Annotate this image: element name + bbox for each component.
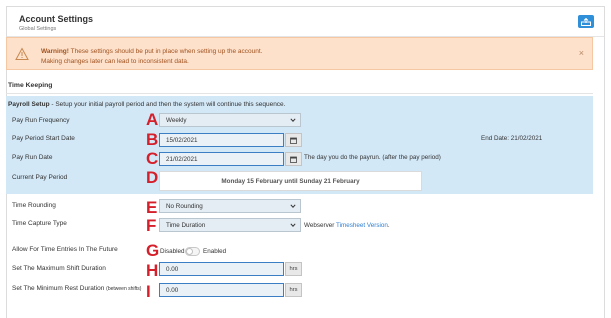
alert-text-line2: Making changes later can lead to inconsi…	[41, 58, 189, 65]
min-rest-label-text: Set The Minimum Rest Duration	[12, 285, 105, 292]
current-pay-period-display: Monday 15 February until Sunday 21 Febru…	[159, 171, 422, 191]
marker-h: H	[146, 261, 159, 280]
pay-run-frequency-value: Weekly	[166, 116, 187, 124]
warning-alert: Warning! These settings should be put in…	[6, 37, 593, 70]
section-title: Time Keeping	[8, 82, 53, 89]
min-rest-input[interactable]: 0.00	[159, 283, 284, 297]
pay-run-date-input[interactable]: 21/02/2021	[159, 152, 284, 166]
pay-run-date-note: The day you do the payrun. (after the pa…	[304, 154, 441, 161]
pay-period-start-value: 15/02/2021	[166, 136, 198, 144]
toggle-knob	[186, 248, 193, 255]
max-shift-value: 0.00	[166, 265, 179, 273]
pay-period-start-label: Pay Period Start Date	[12, 135, 75, 142]
max-shift-unit: hrs	[285, 262, 302, 276]
calendar-button[interactable]	[285, 133, 302, 147]
marker-b: B	[146, 130, 159, 149]
alert-strong: Warning!	[41, 48, 69, 55]
chevron-down-icon	[290, 204, 296, 208]
future-entries-toggle[interactable]	[185, 247, 200, 256]
page-subtitle: Global Settings	[19, 26, 57, 32]
pay-run-frequency-label: Pay Run Frequency	[12, 117, 70, 124]
max-shift-label: Set The Maximum Shift Duration	[12, 265, 106, 272]
payroll-intro-text: - Setup your initial payroll period and …	[49, 101, 286, 108]
future-entries-label: Allow For Time Entries In The Future	[12, 246, 118, 253]
toggle-off-label: Disabled	[160, 248, 185, 255]
close-icon[interactable]: ×	[579, 48, 584, 58]
min-rest-label-small: (between shifts)	[106, 286, 142, 292]
marker-c: C	[146, 149, 159, 168]
page-title: Account Settings	[19, 14, 94, 24]
marker-i: I	[146, 282, 151, 301]
max-shift-input[interactable]: 0.00	[159, 262, 284, 276]
pay-run-date-label: Pay Run Date	[12, 154, 53, 161]
timesheet-version-link[interactable]: Timesheet Version	[336, 222, 388, 229]
warning-icon	[15, 47, 29, 60]
section-divider	[6, 93, 593, 94]
alert-message: These settings should be put in place wh…	[68, 48, 263, 55]
min-rest-unit: hrs	[285, 283, 302, 297]
time-rounding-select[interactable]: No Rounding	[159, 199, 301, 213]
time-capture-note-end: .	[387, 222, 390, 229]
current-pay-period-label: Current Pay Period	[12, 174, 68, 181]
payroll-intro: Payroll Setup - Setup your initial payro…	[8, 101, 285, 108]
chevron-down-icon	[290, 118, 296, 122]
alert-text-line1: Warning! These settings should be put in…	[41, 48, 263, 55]
marker-e: E	[146, 198, 158, 217]
min-rest-label: Set The Minimum Rest Duration (between s…	[12, 285, 141, 292]
pay-period-start-input[interactable]: 15/02/2021	[159, 133, 284, 147]
panel-header: Account Settings Global Settings	[7, 7, 604, 37]
min-rest-value: 0.00	[166, 286, 179, 294]
time-capture-note: Webserver Timesheet Version.	[304, 222, 390, 229]
calendar-icon	[290, 156, 297, 163]
time-capture-note-text: Webserver	[304, 222, 336, 229]
time-capture-type-label: Time Capture Type	[12, 220, 67, 227]
marker-g: G	[146, 241, 160, 260]
pay-run-date-value: 21/02/2021	[166, 155, 198, 163]
pay-run-frequency-select[interactable]: Weekly	[159, 113, 301, 127]
marker-a: A	[146, 110, 159, 129]
chevron-down-icon	[290, 223, 296, 227]
calendar-icon	[290, 137, 297, 144]
calendar-button[interactable]	[285, 152, 302, 166]
upload-button[interactable]	[578, 15, 594, 28]
payroll-intro-strong: Payroll Setup	[8, 101, 50, 108]
marker-f: F	[146, 216, 157, 235]
time-capture-type-value: Time Duration	[166, 221, 206, 229]
upload-icon	[581, 17, 591, 26]
time-capture-type-select[interactable]: Time Duration	[159, 218, 301, 232]
toggle-on-label: Enabled	[203, 248, 227, 255]
marker-d: D	[146, 168, 159, 187]
time-rounding-value: No Rounding	[166, 202, 203, 210]
time-rounding-label: Time Rounding	[12, 202, 56, 209]
end-date-text: End Date: 21/02/2021	[481, 135, 543, 142]
